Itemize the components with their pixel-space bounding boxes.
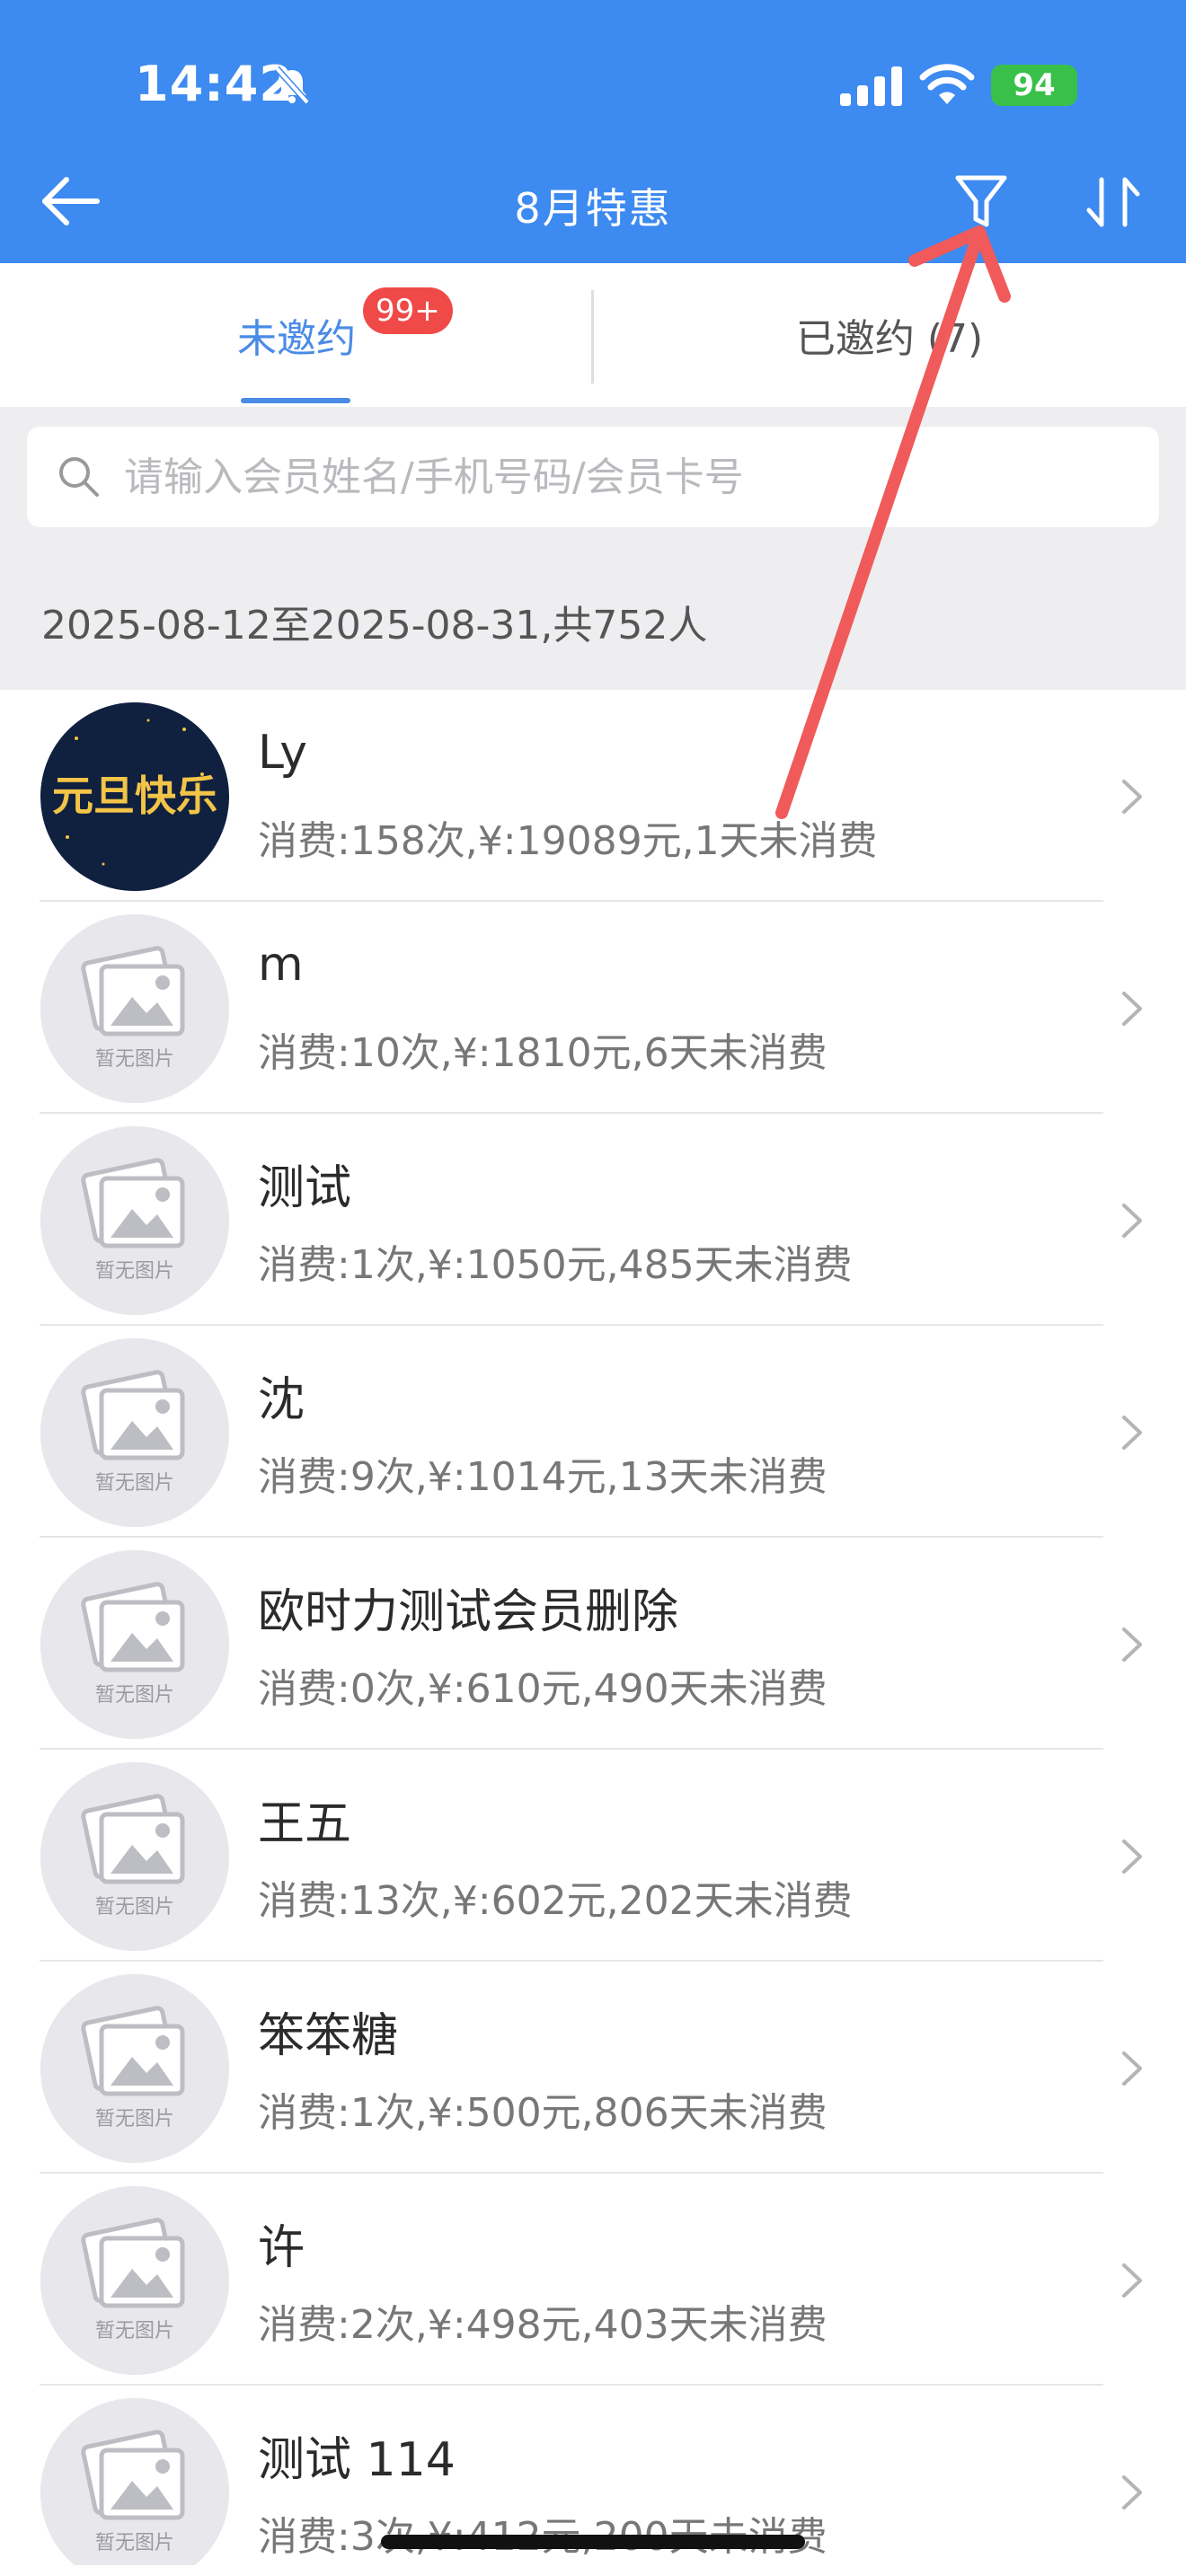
no-image-placeholder-icon: 暂无图片 — [40, 914, 229, 1103]
chevron-right-icon — [1122, 1204, 1142, 1238]
tab-invited-label: 已邀约 (7) — [795, 316, 984, 362]
bell-muted-icon — [274, 66, 310, 105]
member-row[interactable]: 暂无图片 王五 消费:13次,¥:602元,202天未消费 — [0, 1750, 1186, 1962]
svg-text:暂无图片: 暂无图片 — [95, 2320, 174, 2342]
no-image-placeholder-icon: 暂无图片 — [40, 1338, 229, 1527]
member-row[interactable]: 暂无图片 测试 消费:1次,¥:1050元,485天未消费 — [0, 1114, 1186, 1326]
filter-icon[interactable] — [954, 172, 1008, 232]
chevron-right-icon — [1122, 1416, 1142, 1450]
chevron-right-icon — [1122, 1628, 1142, 1662]
app-header: 14:42 94 8月特惠 — [0, 0, 1186, 263]
member-stats: 消费:3次,¥:412元,200天未消费 — [258, 2504, 828, 2562]
chevron-right-icon — [1122, 992, 1142, 1026]
member-row[interactable]: 元旦快乐 Ly 消费:158次,¥:19089元,1天未消费 — [0, 690, 1186, 902]
sort-icon[interactable] — [1085, 176, 1141, 228]
svg-text:暂无图片: 暂无图片 — [95, 1684, 174, 1707]
search-icon — [59, 457, 99, 497]
no-image-placeholder-icon: 暂无图片 — [40, 1762, 229, 1951]
member-avatar: 暂无图片 — [40, 1550, 229, 1739]
member-name: 欧时力测试会员删除 — [258, 1585, 679, 1639]
wifi-icon — [919, 64, 975, 104]
home-indicator — [381, 2535, 805, 2549]
no-image-placeholder-icon: 暂无图片 — [40, 2398, 229, 2565]
date-range-summary: 2025-08-12至2025-08-31,共752人 — [0, 548, 1186, 690]
search-input[interactable] — [124, 427, 1139, 527]
member-avatar: 暂无图片 — [40, 2186, 229, 2375]
no-image-placeholder-icon: 暂无图片 — [40, 1974, 229, 2163]
member-avatar: 暂无图片 — [40, 2398, 229, 2565]
member-avatar: 暂无图片 — [40, 1126, 229, 1315]
battery-indicator: 94 — [991, 65, 1077, 106]
member-name: m — [258, 938, 304, 992]
member-name: 笨笨糖 — [258, 2009, 399, 2063]
status-time: 14:42 — [135, 56, 294, 112]
date-range-text: 2025-08-12至2025-08-31,共752人 — [41, 603, 708, 648]
chevron-right-icon — [1122, 780, 1142, 814]
search-box[interactable] — [27, 427, 1159, 527]
page-title: 8月特惠 — [514, 184, 672, 233]
no-image-placeholder-icon: 暂无图片 — [40, 2186, 229, 2375]
member-stats: 消费:2次,¥:498元,403天未消费 — [258, 2302, 828, 2348]
member-stats: 消费:0次,¥:610元,490天未消费 — [258, 1666, 828, 1712]
member-row[interactable]: 暂无图片 许 消费:2次,¥:498元,403天未消费 — [0, 2174, 1186, 2386]
member-row[interactable]: 暂无图片 欧时力测试会员删除 消费:0次,¥:610元,490天未消费 — [0, 1538, 1186, 1750]
member-avatar: 暂无图片 — [40, 1762, 229, 1951]
invite-tabs: 未邀约 99+ 已邀约 (7) — [0, 263, 1186, 407]
svg-text:暂无图片: 暂无图片 — [95, 2108, 174, 2130]
tab-uninvited[interactable]: 未邀约 — [0, 263, 593, 407]
no-image-placeholder-icon: 暂无图片 — [40, 1550, 229, 1739]
tab-uninvited-label: 未邀约 — [237, 316, 356, 362]
svg-text:暂无图片: 暂无图片 — [95, 1896, 174, 1919]
member-avatar: 暂无图片 — [40, 1338, 229, 1527]
battery-level: 94 — [1013, 67, 1056, 103]
chevron-right-icon — [1122, 2051, 1142, 2086]
svg-text:暂无图片: 暂无图片 — [95, 1472, 174, 1495]
member-stats: 消费:1次,¥:1050元,485天未消费 — [258, 1242, 853, 1288]
member-name: Ly — [258, 726, 307, 780]
member-list: 元旦快乐 Ly 消费:158次,¥:19089元,1天未消费 暂无图片 m 消费… — [0, 690, 1186, 2565]
member-name: 测试 114 — [258, 2433, 456, 2487]
member-name: 王五 — [258, 1797, 352, 1851]
svg-text:暂无图片: 暂无图片 — [95, 1048, 174, 1071]
chevron-right-icon — [1122, 2263, 1142, 2298]
member-row[interactable]: 暂无图片 m 消费:10次,¥:1810元,6天未消费 — [0, 902, 1186, 1114]
member-stats: 消费:10次,¥:1810元,6天未消费 — [258, 1030, 828, 1076]
member-stats: 消费:1次,¥:500元,806天未消费 — [258, 2090, 828, 2136]
member-stats: 消费:13次,¥:602元,202天未消费 — [258, 1878, 853, 1924]
member-stats: 消费:158次,¥:19089元,1天未消费 — [258, 818, 878, 864]
member-row[interactable]: 暂无图片 笨笨糖 消费:1次,¥:500元,806天未消费 — [0, 1962, 1186, 2174]
search-bar — [0, 407, 1186, 548]
member-name: 沈 — [258, 1373, 305, 1427]
member-stats: 消费:9次,¥:1014元,13天未消费 — [258, 1454, 828, 1500]
chevron-right-icon — [1122, 1839, 1142, 1874]
member-avatar: 暂无图片 — [40, 1974, 229, 2163]
svg-text:元旦快乐: 元旦快乐 — [52, 772, 217, 820]
member-name: 测试 — [258, 1161, 352, 1215]
no-image-placeholder-icon: 暂无图片 — [40, 1126, 229, 1315]
uninvited-count-badge: 99+ — [363, 287, 453, 334]
active-tab-indicator — [241, 398, 350, 403]
chevron-right-icon — [1122, 2475, 1142, 2510]
tab-invited[interactable]: 已邀约 (7) — [593, 263, 1186, 407]
member-avatar: 元旦快乐 — [40, 702, 229, 891]
member-avatar: 暂无图片 — [40, 914, 229, 1103]
cellular-signal-icon — [840, 66, 902, 106]
member-name: 许 — [258, 2221, 305, 2275]
svg-text:暂无图片: 暂无图片 — [95, 1260, 174, 1283]
member-row[interactable]: 暂无图片 沈 消费:9次,¥:1014元,13天未消费 — [0, 1326, 1186, 1538]
new-year-avatar-icon: 元旦快乐 — [40, 702, 229, 891]
svg-text:暂无图片: 暂无图片 — [95, 2532, 174, 2554]
